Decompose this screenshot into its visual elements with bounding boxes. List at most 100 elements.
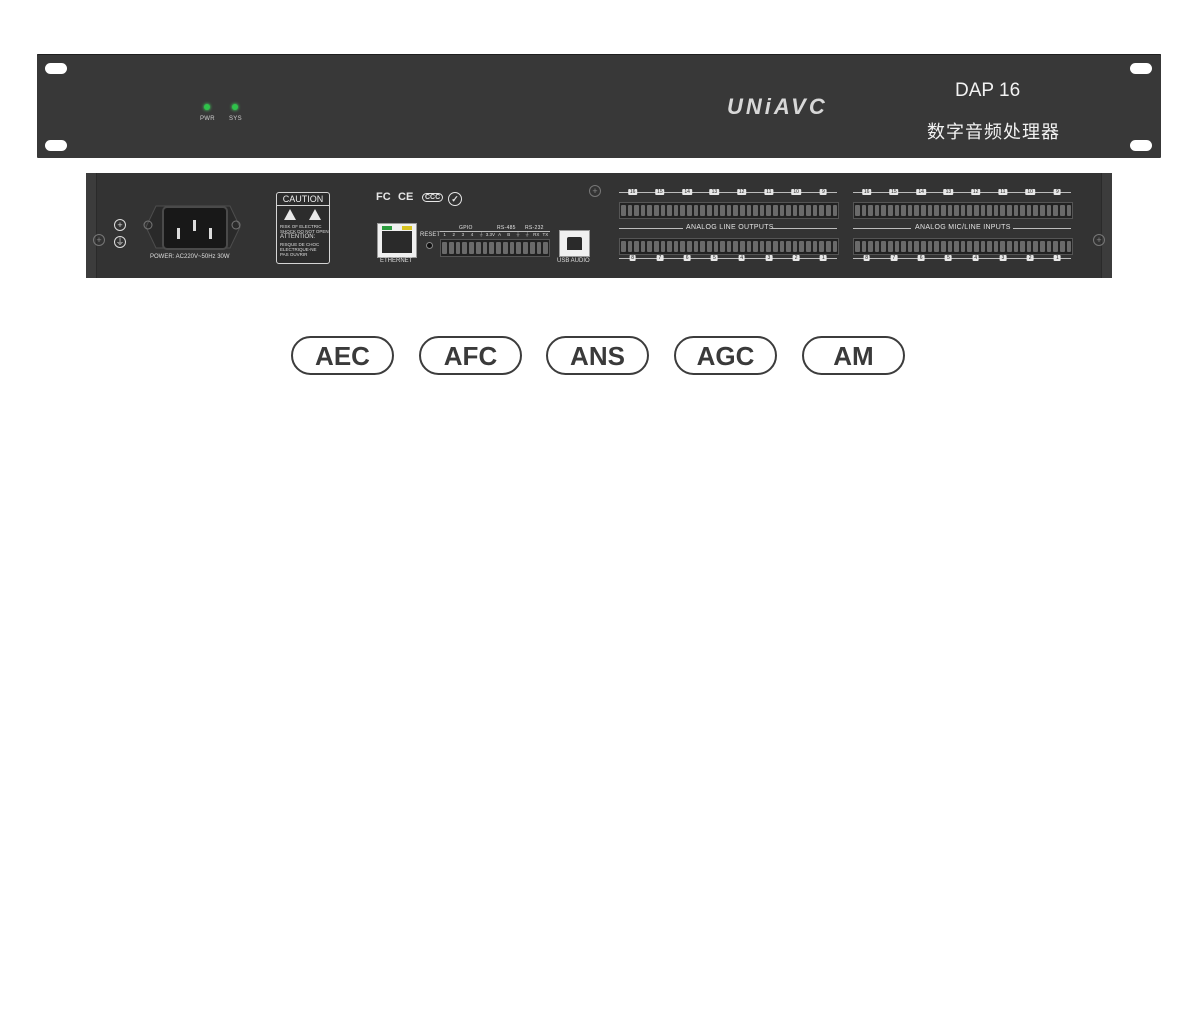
terminal-pin bbox=[502, 242, 508, 254]
terminal-pin bbox=[855, 241, 860, 252]
terminal-pin bbox=[720, 205, 725, 216]
channel-number-tag: 1 bbox=[1053, 255, 1061, 261]
usb-audio-port bbox=[559, 230, 590, 257]
terminal-pin bbox=[713, 205, 719, 216]
channel-number-tag: 4 bbox=[972, 255, 980, 261]
screw-icon: + bbox=[93, 234, 105, 246]
terminal-pin bbox=[523, 242, 528, 254]
terminal-pin bbox=[881, 241, 887, 252]
channel-number: 12 bbox=[728, 189, 756, 199]
terminal-pin bbox=[442, 242, 447, 254]
terminal-pin bbox=[779, 205, 785, 216]
terminal-pin bbox=[1040, 241, 1045, 252]
terminal-pin bbox=[720, 241, 725, 252]
sys-led-label: SYS bbox=[229, 116, 242, 122]
terminal-pin bbox=[973, 205, 979, 216]
terminal-pin bbox=[819, 241, 824, 252]
channel-number-tag: 16 bbox=[861, 189, 872, 195]
reset-button bbox=[426, 242, 433, 249]
terminal-pin bbox=[868, 205, 873, 216]
link-led bbox=[382, 226, 392, 230]
channel-number-tag: 16 bbox=[627, 189, 638, 195]
terminal-pin bbox=[907, 241, 913, 252]
terminal-pin bbox=[779, 241, 785, 252]
terminal-pin bbox=[759, 205, 765, 216]
terminal-pin bbox=[687, 205, 692, 216]
feature-pill-agc: AGC bbox=[674, 336, 777, 375]
terminal-pin bbox=[773, 205, 778, 216]
power-pin bbox=[193, 220, 196, 231]
channel-number: 9 bbox=[809, 189, 837, 199]
terminal-pin bbox=[529, 242, 535, 254]
channel-number-tag: 9 bbox=[819, 189, 827, 195]
channel-number-tag: 14 bbox=[682, 189, 692, 195]
input-channel-labels-top: 16 15 14 13 12 11 10 9 bbox=[853, 189, 1071, 199]
terminal-pin bbox=[927, 205, 933, 216]
inputs-label: ANALOG MIC/LINE INPUTS bbox=[915, 224, 1011, 231]
terminal-pin bbox=[1033, 205, 1039, 216]
gpio-pin-label: TX bbox=[542, 232, 549, 237]
terminal-pin bbox=[812, 205, 818, 216]
channel-number: 7 bbox=[880, 255, 908, 265]
terminal-pin bbox=[543, 242, 548, 254]
terminal-pin bbox=[753, 205, 758, 216]
rack-hole-bottom-left bbox=[45, 140, 67, 151]
divider bbox=[619, 228, 683, 229]
terminal-pin bbox=[640, 205, 646, 216]
model-description: 数字音频处理器 bbox=[927, 122, 1060, 142]
channel-number-tag: 15 bbox=[655, 189, 665, 195]
power-pin bbox=[209, 228, 212, 239]
terminal-pin bbox=[967, 241, 972, 252]
usb-label: USB AUDIO bbox=[557, 258, 590, 264]
terminal-pin bbox=[888, 205, 893, 216]
terminal-pin bbox=[700, 241, 705, 252]
gpio-pin-label: B bbox=[507, 232, 511, 237]
ethernet-label: ETHERNET bbox=[380, 258, 413, 264]
terminal-pin bbox=[773, 241, 778, 252]
terminal-pin bbox=[621, 205, 626, 216]
terminal-pin bbox=[894, 205, 900, 216]
ce-mark-icon: CE bbox=[398, 191, 414, 203]
channel-number: 11 bbox=[989, 189, 1017, 199]
pwr-led bbox=[204, 104, 210, 110]
caution-label: CAUTION RISK OF ELECTRIC SHOCK DO NOT OP… bbox=[276, 192, 330, 264]
ground-screw-icon: + bbox=[114, 219, 126, 231]
terminal-pin bbox=[673, 241, 679, 252]
terminal-pin bbox=[881, 205, 887, 216]
ethernet-jack bbox=[382, 231, 412, 253]
terminal-pin bbox=[1007, 241, 1012, 252]
terminal-pin bbox=[861, 205, 867, 216]
channel-number-tag: 5 bbox=[944, 255, 952, 261]
terminal-pin bbox=[739, 205, 745, 216]
channel-number: 12 bbox=[962, 189, 990, 199]
channel-number-tag: 10 bbox=[791, 189, 801, 195]
channel-number-tag: 6 bbox=[917, 255, 925, 261]
channel-number: 10 bbox=[1016, 189, 1044, 199]
terminal-pin bbox=[713, 241, 719, 252]
terminal-pin bbox=[627, 241, 633, 252]
channel-number: 6 bbox=[907, 255, 935, 265]
channel-number: 11 bbox=[755, 189, 783, 199]
channel-number-tag: 8 bbox=[863, 255, 871, 261]
terminal-pin bbox=[693, 241, 699, 252]
channel-number: 8 bbox=[853, 255, 881, 265]
feature-pill-afc: AFC bbox=[419, 336, 522, 375]
channel-number-tag: 4 bbox=[738, 255, 746, 261]
terminal-pin bbox=[496, 242, 501, 254]
channel-number: 13 bbox=[934, 189, 962, 199]
terminal-pin bbox=[987, 241, 992, 252]
power-label: POWER: AC220V~50Hz 30W bbox=[150, 254, 230, 260]
gpio-pin-label: ⏚ bbox=[478, 232, 484, 237]
check-mark-icon: ✓ bbox=[448, 192, 462, 206]
channel-number-tag: 15 bbox=[889, 189, 899, 195]
feature-pill-am: AM bbox=[802, 336, 905, 375]
gpio-pin-label: 1 bbox=[443, 232, 446, 237]
caution-line: PAS OUVRIR bbox=[280, 252, 308, 257]
terminal-pin bbox=[462, 242, 467, 254]
terminal-pin bbox=[901, 241, 906, 252]
terminal-pin bbox=[874, 205, 880, 216]
channel-number-tag: 2 bbox=[1026, 255, 1034, 261]
channel-number: 2 bbox=[1016, 255, 1044, 265]
terminal-pin bbox=[455, 242, 461, 254]
terminal-pin bbox=[806, 205, 811, 216]
